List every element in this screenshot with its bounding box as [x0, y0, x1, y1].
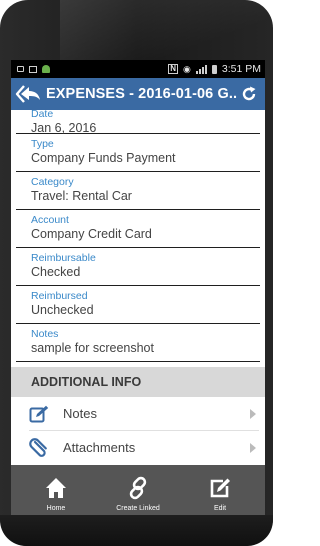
field-label: Category [31, 176, 74, 188]
field-label: Reimbursed [31, 290, 88, 302]
phone-bottom-bezel [0, 515, 273, 546]
phone-frame: N ◉ 3:51 PM EXPENSES - 2016-01-06 G.. Da… [0, 0, 273, 546]
status-time: 3:51 PM [221, 63, 261, 75]
attachments-row[interactable]: Attachments [29, 431, 259, 463]
image-notification-icon [29, 65, 37, 73]
status-bar: N ◉ 3:51 PM [11, 60, 265, 78]
wifi-icon: ◉ [183, 63, 191, 74]
field-label: Notes [31, 328, 59, 340]
bottom-toolbar: Home Create Linked Edit [11, 465, 265, 515]
android-icon [42, 65, 50, 73]
field-reimbursable: Reimbursable Checked [16, 248, 260, 286]
field-label: Type [31, 138, 54, 150]
field-value: sample for screenshot [31, 341, 154, 355]
screen: N ◉ 3:51 PM EXPENSES - 2016-01-06 G.. Da… [11, 60, 265, 515]
home-button[interactable]: Home [21, 465, 91, 515]
notes-label: Notes [63, 406, 97, 421]
home-label: Home [46, 505, 66, 512]
expense-details: Date Jan 6, 2016 Type Company Funds Paym… [11, 110, 265, 463]
field-reimbursed: Reimbursed Unchecked [16, 286, 260, 324]
link-icon [126, 474, 150, 502]
field-value: Travel: Rental Car [31, 189, 132, 203]
create-linked-label: Create Linked [116, 505, 160, 512]
edit-button[interactable]: Edit [185, 465, 255, 515]
attachments-label: Attachments [63, 440, 136, 455]
nfc-icon: N [168, 64, 179, 74]
paperclip-icon [29, 437, 51, 459]
app-bar: EXPENSES - 2016-01-06 G.. [11, 78, 265, 110]
field-value: Company Funds Payment [31, 151, 176, 165]
chevron-right-icon [247, 442, 259, 453]
pencil-note-icon [29, 403, 51, 425]
field-value: Company Credit Card [31, 227, 152, 241]
field-notes: Notes sample for screenshot [16, 324, 260, 362]
field-account: Account Company Credit Card [16, 210, 260, 248]
field-value: Unchecked [31, 303, 94, 317]
field-type: Type Company Funds Payment [16, 134, 260, 172]
field-label: Date [31, 110, 54, 120]
battery-icon [211, 64, 217, 74]
edit-icon [209, 474, 231, 502]
refresh-icon[interactable] [239, 84, 259, 104]
signal-icon [195, 64, 207, 74]
back-arrow-icon[interactable] [15, 83, 43, 105]
notes-row[interactable]: Notes [29, 397, 259, 431]
field-category: Category Travel: Rental Car [16, 172, 260, 210]
home-icon [45, 474, 67, 502]
chevron-right-icon [247, 408, 259, 419]
field-label: Reimbursable [31, 252, 96, 264]
create-linked-button[interactable]: Create Linked [103, 465, 173, 515]
usb-icon [17, 66, 24, 72]
additional-info-header: ADDITIONAL INFO [11, 367, 265, 397]
field-date: Date Jan 6, 2016 [16, 110, 260, 135]
field-value: Checked [31, 265, 81, 279]
edit-label: Edit [213, 505, 227, 512]
field-label: Account [31, 214, 69, 226]
page-title: EXPENSES - 2016-01-06 G.. [46, 86, 238, 102]
